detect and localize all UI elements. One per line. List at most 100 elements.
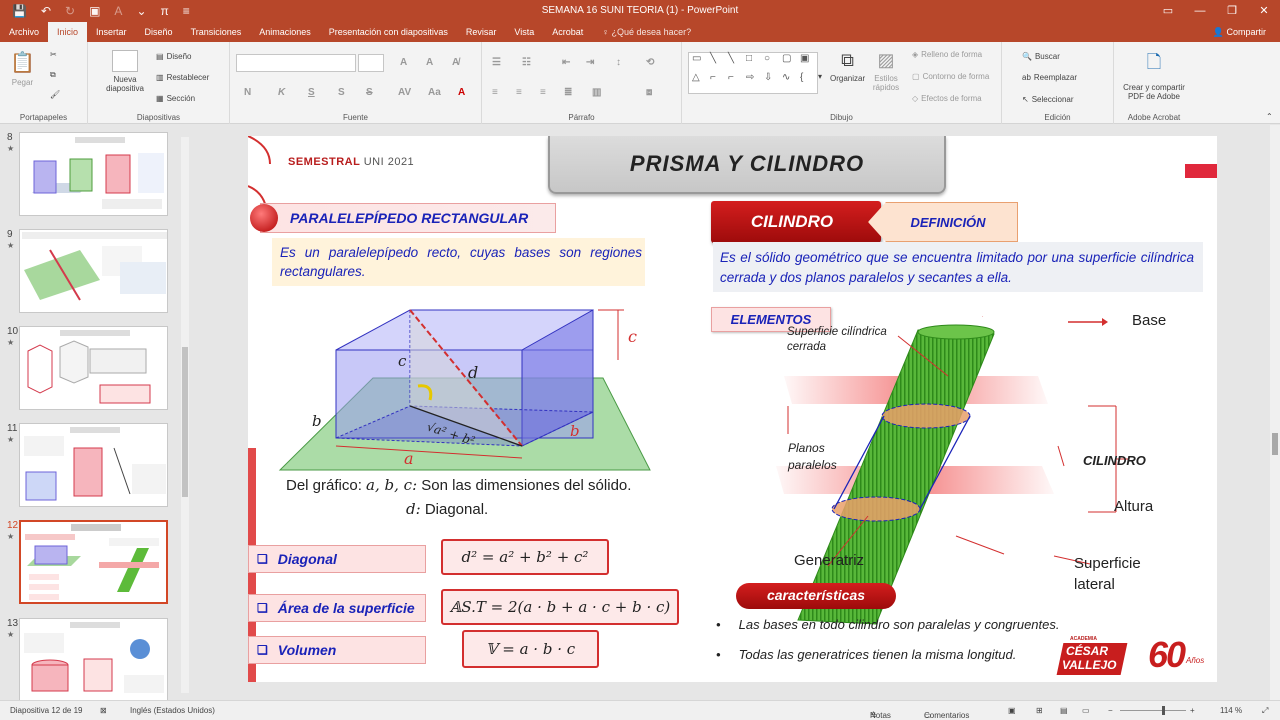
shrink-font-icon[interactable]: A bbox=[426, 57, 433, 68]
char-spacing-icon[interactable]: AV bbox=[398, 87, 411, 98]
language-indicator[interactable]: Inglés (Estados Unidos) bbox=[130, 706, 215, 715]
tab-vista[interactable]: Vista bbox=[505, 22, 543, 42]
line2-shape-icon[interactable]: ╲ bbox=[728, 53, 746, 72]
tab-animaciones[interactable]: Animaciones bbox=[250, 22, 320, 42]
oval-shape-icon[interactable]: ○ bbox=[764, 53, 782, 72]
shadow-button[interactable]: S bbox=[338, 87, 345, 98]
pi-icon[interactable]: π bbox=[161, 4, 169, 18]
tab-revisar[interactable]: Revisar bbox=[457, 22, 506, 42]
justify-icon[interactable]: ≣ bbox=[564, 87, 572, 98]
align-right-icon[interactable]: ≡ bbox=[540, 87, 546, 98]
curve-shape-icon[interactable]: ∿ bbox=[782, 72, 800, 91]
customize-qat-icon[interactable]: ≡ bbox=[183, 4, 190, 18]
zoom-level[interactable]: 114 % bbox=[1220, 706, 1242, 715]
redo-icon[interactable]: ↻ bbox=[65, 4, 75, 18]
save-icon[interactable]: 💾 bbox=[12, 4, 27, 18]
arrow-down-shape-icon[interactable]: ⇩ bbox=[764, 72, 782, 91]
maximize-button[interactable]: ❐ bbox=[1216, 0, 1248, 22]
scrollbar-thumb[interactable] bbox=[1272, 433, 1278, 455]
tab-presentacion[interactable]: Presentación con diapositivas bbox=[320, 22, 457, 42]
layout-button[interactable]: ▤ Diseño bbox=[156, 52, 191, 61]
slide-thumbnail[interactable] bbox=[19, 132, 168, 216]
numbering-icon[interactable]: ☷ bbox=[522, 57, 531, 68]
fit-slide-icon[interactable]: ⤢ bbox=[1262, 706, 1268, 716]
bold-button[interactable]: N bbox=[244, 87, 251, 98]
share-button[interactable]: 👤 Compartir bbox=[1213, 22, 1266, 42]
arrange-button[interactable]: ⧉ Organizar bbox=[830, 50, 865, 83]
create-pdf-button[interactable]: 🗋 Crear y compartir PDF de Adobe bbox=[1116, 50, 1192, 101]
slideshow-view-icon[interactable]: ▭ bbox=[1082, 706, 1090, 715]
new-slide-button[interactable]: Nueva diapositiva bbox=[96, 50, 154, 93]
shape-fill-button[interactable]: ◈ Relleno de forma bbox=[912, 50, 982, 59]
smartart-icon[interactable]: ⧈ bbox=[646, 87, 652, 98]
tab-transiciones[interactable]: Transiciones bbox=[182, 22, 251, 42]
reset-button[interactable]: ▥ Restablecer bbox=[156, 73, 209, 82]
roundrect-shape-icon[interactable]: ▢ bbox=[782, 53, 800, 72]
copy-icon[interactable]: ⧉ bbox=[50, 70, 56, 80]
slide-thumbnail[interactable] bbox=[19, 618, 168, 702]
paste-button[interactable]: 📋 Pegar bbox=[10, 50, 35, 87]
triangle-shape-icon[interactable]: △ bbox=[692, 72, 710, 91]
tab-archivo[interactable]: Archivo bbox=[0, 22, 48, 42]
elbow-shape-icon[interactable]: ⌐ bbox=[710, 72, 728, 91]
grow-font-icon[interactable]: A bbox=[400, 57, 407, 68]
font-color-icon[interactable]: A bbox=[114, 4, 122, 18]
find-button[interactable]: 🔍 Buscar bbox=[1022, 52, 1060, 61]
section-button[interactable]: ▦ Sección bbox=[156, 94, 195, 103]
zoom-in-button[interactable]: + bbox=[1190, 706, 1195, 715]
undo-icon[interactable]: ↶ bbox=[41, 4, 51, 18]
zoom-slider[interactable] bbox=[1120, 710, 1186, 711]
shapes-gallery[interactable]: ▭ ╲ ╲ □ ○ ▢ ▣ △ ⌐ ⌐ ⇨ ⇩ ∿{ bbox=[688, 52, 818, 94]
font-size-input[interactable] bbox=[358, 54, 384, 72]
line-shape-icon[interactable]: ╲ bbox=[710, 53, 728, 72]
tab-insertar[interactable]: Insertar bbox=[87, 22, 136, 42]
decrease-indent-icon[interactable]: ⇤ bbox=[562, 57, 570, 68]
quick-styles-button[interactable]: ▨ Estilos rápidos bbox=[872, 50, 900, 92]
slide-thumbnail-selected[interactable] bbox=[19, 520, 168, 604]
format-painter-icon[interactable]: 🖌 bbox=[50, 90, 60, 99]
slide-sorter-icon[interactable]: ⊞ bbox=[1036, 706, 1043, 715]
increase-indent-icon[interactable]: ⇥ bbox=[586, 57, 594, 68]
normal-view-icon[interactable]: ▣ bbox=[1008, 706, 1016, 715]
shape-effects-button[interactable]: ◇ Efectos de forma bbox=[912, 94, 982, 103]
close-button[interactable]: ✕ bbox=[1248, 0, 1280, 22]
thumbnail-scrollbar[interactable] bbox=[181, 137, 189, 693]
bullets-icon[interactable]: ☰ bbox=[492, 57, 501, 68]
align-center-icon[interactable]: ≡ bbox=[516, 87, 522, 98]
brace-shape-icon[interactable]: { bbox=[800, 72, 818, 91]
underline-button[interactable]: S bbox=[308, 87, 315, 98]
strikethrough-button[interactable]: S bbox=[366, 87, 373, 98]
zoom-out-button[interactable]: − bbox=[1108, 706, 1113, 715]
more-shapes-icon[interactable]: ▣ bbox=[800, 53, 818, 72]
line-spacing-icon[interactable]: ↕ bbox=[616, 57, 621, 68]
textbox-shape-icon[interactable]: ▭ bbox=[692, 53, 710, 72]
clear-format-icon[interactable]: A̸ bbox=[452, 57, 459, 68]
collapse-ribbon-icon[interactable]: ⌃ bbox=[1266, 112, 1273, 121]
align-left-icon[interactable]: ≡ bbox=[492, 87, 498, 98]
ribbon-display-button[interactable]: ▭ bbox=[1152, 0, 1184, 22]
tab-acrobat[interactable]: Acrobat bbox=[543, 22, 592, 42]
slide-thumbnail[interactable] bbox=[19, 423, 168, 507]
cut-icon[interactable]: ✂ bbox=[50, 50, 57, 59]
slide-thumbnail[interactable] bbox=[19, 326, 168, 410]
tell-me-search[interactable]: ♀ ¿Qué desea hacer? bbox=[592, 22, 691, 42]
more-icon[interactable]: ⌄ bbox=[136, 4, 146, 18]
columns-icon[interactable]: ▥ bbox=[592, 87, 601, 98]
slide-canvas[interactable]: SEMESTRAL UNI 2021 PRISMA Y CILINDRO PAR… bbox=[248, 136, 1217, 682]
replace-button[interactable]: ab Reemplazar bbox=[1022, 73, 1077, 82]
bracket-shape-icon[interactable]: ⌐ bbox=[728, 72, 746, 91]
editor-scrollbar[interactable] bbox=[1270, 125, 1280, 700]
reading-view-icon[interactable]: ▤ bbox=[1060, 706, 1068, 715]
rect-shape-icon[interactable]: □ bbox=[746, 53, 764, 72]
arrow-right-shape-icon[interactable]: ⇨ bbox=[746, 72, 764, 91]
scrollbar-thumb[interactable] bbox=[182, 347, 188, 497]
select-button[interactable]: ↖ Seleccionar bbox=[1022, 95, 1074, 104]
shape-outline-button[interactable]: ▢ Contorno de forma bbox=[912, 72, 989, 81]
slide-thumbnail[interactable] bbox=[19, 229, 168, 313]
minimize-button[interactable]: — bbox=[1184, 0, 1216, 22]
zoom-slider-thumb[interactable] bbox=[1162, 706, 1165, 715]
italic-button[interactable]: K bbox=[278, 87, 285, 98]
tab-diseno[interactable]: Diseño bbox=[136, 22, 182, 42]
font-color-button[interactable]: A bbox=[458, 87, 465, 98]
change-case-icon[interactable]: Aa bbox=[428, 87, 441, 98]
